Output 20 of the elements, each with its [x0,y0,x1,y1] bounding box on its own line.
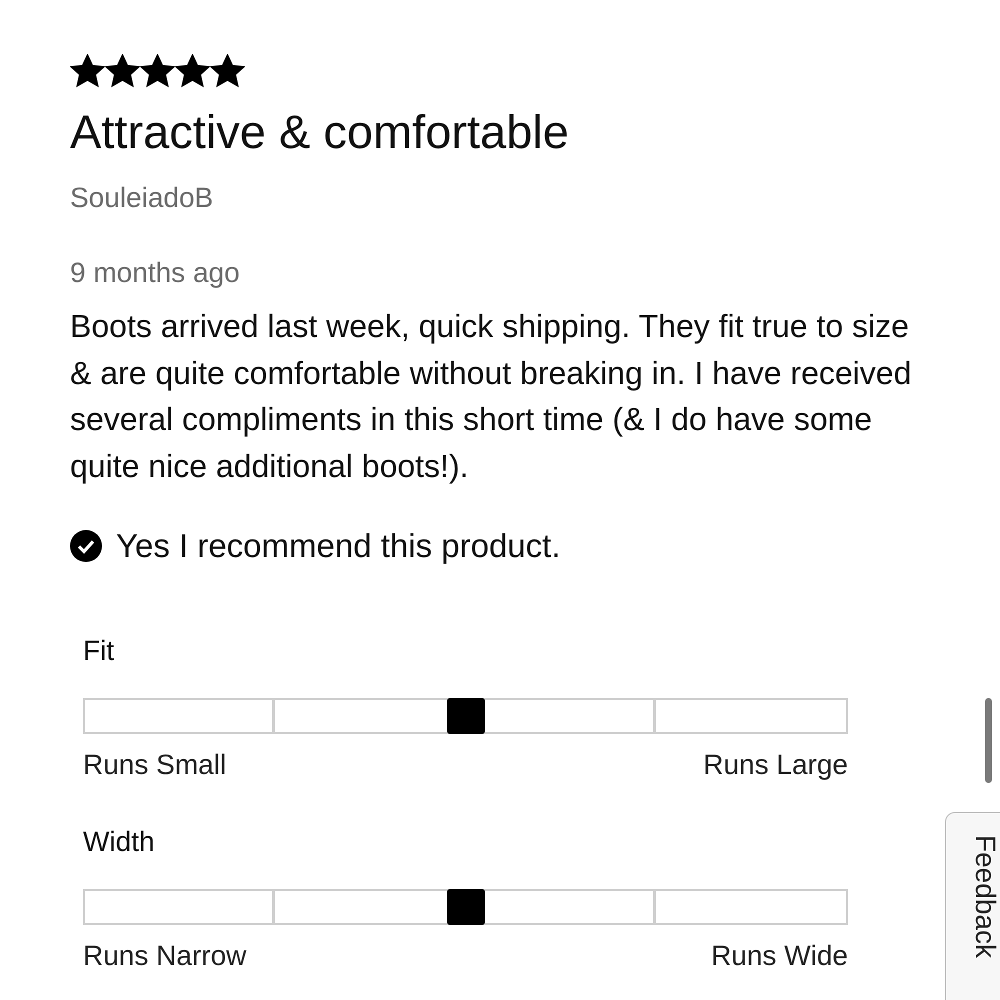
scrollbar-thumb[interactable] [985,698,992,783]
review-author: SouleiadoB [70,181,214,215]
review-body: Boots arrived last week, quick shipping. They fit true to size & are quite comfortable without breaking in. I have received several compliments in this short time (& I do have some quite nice additional boots!). [70,307,912,486]
slider-thumb[interactable] [446,698,484,734]
review-title: Attractive & comfortable [70,106,570,158]
star-icon [175,54,210,88]
rating-label: Width [83,825,156,859]
recommend-text: Yes I recommend this product. [116,526,561,566]
star-icon [70,54,105,88]
star-icon [210,54,245,88]
scale-high-label: Runs Large [703,749,848,781]
scale-low-label: Runs Narrow [83,940,246,972]
slider-thumb[interactable] [446,889,484,925]
star-icon [140,54,175,88]
scale-high-label: Runs Wide [711,940,848,972]
star-icon [105,54,140,88]
feedback-tab[interactable]: Feedback [945,812,1000,1000]
scale-low-label: Runs Small [83,749,226,781]
review-date: 9 months ago [70,256,241,290]
rating-label: Fit [83,634,116,668]
